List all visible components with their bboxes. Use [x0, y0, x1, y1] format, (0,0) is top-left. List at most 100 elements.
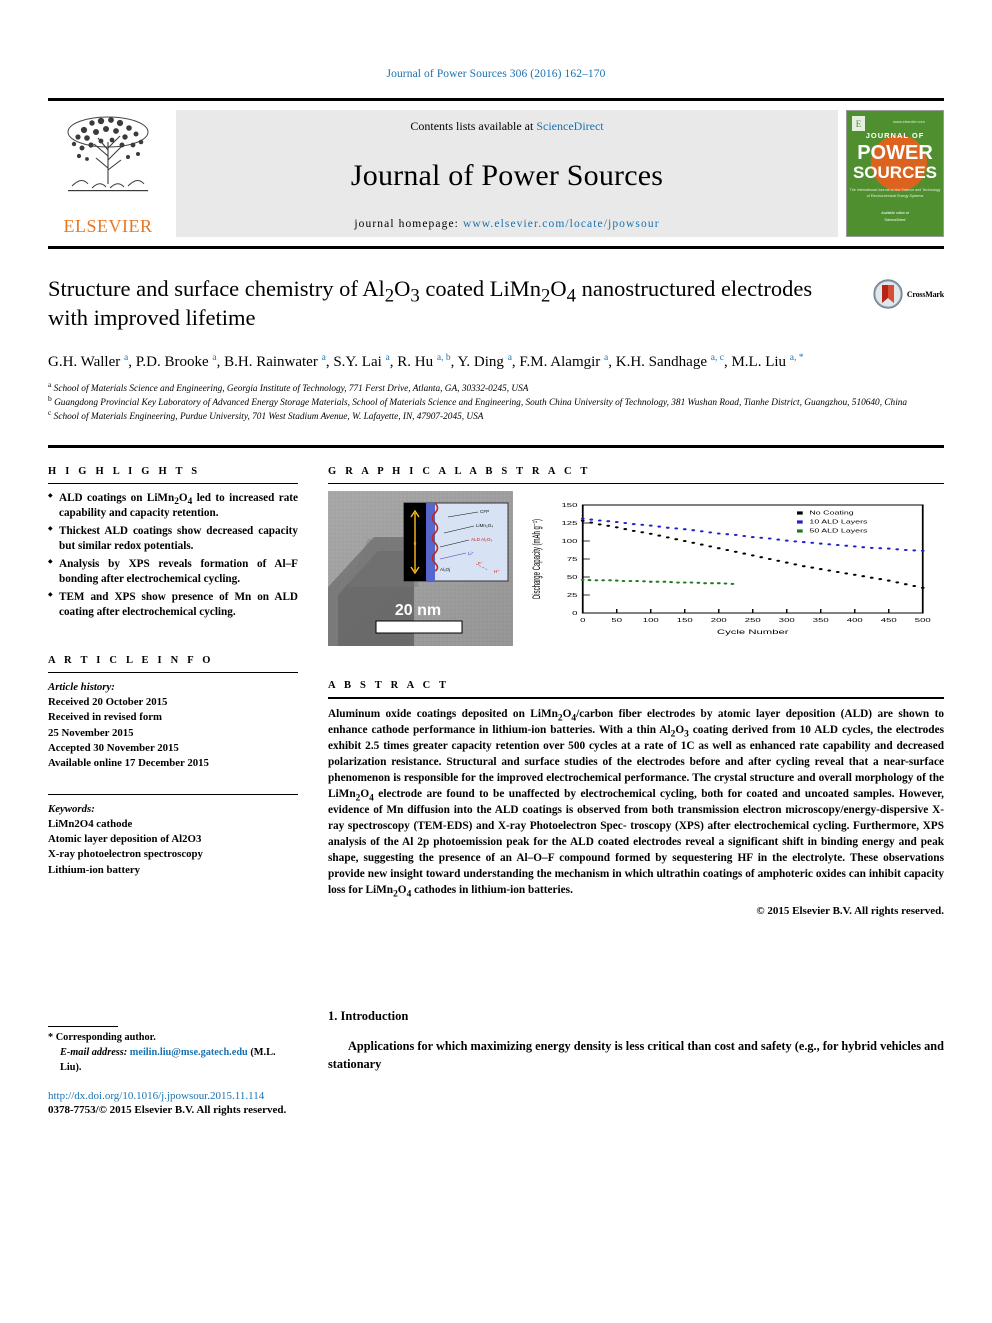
schematic-label-h: H⁺ [494, 569, 500, 574]
schematic-label-ald: ALD Al₂O₃ [471, 537, 492, 542]
svg-text:75: 75 [567, 556, 578, 562]
journal-cover-thumbnail: E www.elsevier.com JOURNAL OF POWER SOUR… [846, 110, 944, 237]
article-history-label: Article history: [48, 680, 115, 693]
issn-copyright: 0378-7753/© 2015 Elsevier B.V. All right… [48, 1103, 287, 1116]
article-info-rule [48, 671, 298, 673]
legend-label-no-coating: No Coating [809, 509, 853, 515]
elsevier-tree-icon [67, 116, 149, 192]
keyword-item: Lithium-ion battery [48, 863, 141, 876]
svg-text:25: 25 [567, 592, 578, 598]
svg-text:300: 300 [779, 617, 795, 623]
author: Y. Ding a [457, 352, 512, 370]
author: K.H. Sandhage a, c [615, 352, 724, 370]
highlights-heading: H I G H L I G H T S [48, 465, 201, 477]
scale-bar [375, 620, 463, 634]
author-affil-mark: a [385, 352, 390, 363]
content-columns: H I G H L I G H T S ALD coatings on LiMn… [48, 448, 944, 1116]
footnote-divider [48, 1026, 118, 1028]
svg-text:100: 100 [643, 617, 659, 623]
svg-text:ScienceDirect: ScienceDirect [885, 218, 906, 222]
history-item: Received in revised form [48, 711, 163, 724]
keywords-label: Keywords: [48, 802, 95, 815]
sciencedirect-link[interactable]: ScienceDirect [536, 119, 603, 133]
email-label: E-mail address: [60, 1047, 128, 1059]
svg-text:450: 450 [881, 617, 897, 623]
running-head: Journal of Power Sources 306 (2016) 162–… [386, 68, 606, 80]
footnote-block: * Corresponding author. E-mail address: … [48, 1026, 298, 1116]
capacity-retention-chart: 0 25 50 75 100 125 150 0 50 100 150 200 … [519, 490, 944, 646]
svg-text:The International Journal on t: The International Journal on the Science… [850, 188, 941, 192]
graphical-abstract-heading: G R A P H I C A L A B S T R A C T [328, 465, 591, 477]
svg-text:200: 200 [711, 617, 727, 623]
history-item: Received 20 October 2015 [48, 695, 168, 708]
tem-micrograph: e CFP LiMn₂O₄ ALD Al₂O₃ Li⁺ AlₓOϳ F⁻ H⁺ [328, 490, 513, 646]
author: P.D. Brooke a [135, 352, 217, 370]
abstract-rule [328, 696, 944, 699]
list-item: TEM and XPS show presence of Mn on ALD c… [48, 590, 298, 621]
history-item: 25 November 2015 [48, 726, 134, 739]
svg-text:POWER: POWER [857, 142, 933, 164]
chart-svg: 0 25 50 75 100 125 150 0 50 100 150 200 … [519, 490, 944, 646]
email-link[interactable]: meilin.liu@mse.gatech.edu [130, 1047, 248, 1058]
abstract-copyright: © 2015 Elsevier B.V. All rights reserved… [756, 905, 944, 918]
chart-ylabel: Discharge Capacity (mAh g⁻¹) [530, 519, 542, 599]
article-info-heading: A R T I C L E I N F O [48, 654, 214, 666]
svg-text:50: 50 [611, 617, 622, 623]
masthead-bottom-rule [48, 246, 944, 249]
doi-link[interactable]: http://dx.doi.org/10.1016/j.jpowsour.201… [48, 1090, 298, 1102]
author-affil-mark: a, c [710, 352, 724, 363]
introduction-heading: 1. Introduction [328, 1009, 409, 1024]
author-affil-mark: a [124, 352, 129, 363]
svg-text:E: E [856, 119, 862, 129]
author-affil-mark: a [604, 352, 609, 363]
highlights-list: ALD coatings on LiMn2O4 led to increased… [48, 491, 298, 621]
corresponding-label: Corresponding author. [55, 1032, 156, 1044]
affiliation-list: a School of Materials Science and Engine… [48, 380, 944, 425]
svg-text:500: 500 [915, 617, 931, 623]
list-item: Analysis by XPS reveals formation of Al–… [48, 557, 298, 588]
left-column: H I G H L I G H T S ALD coatings on LiMn… [48, 448, 298, 1116]
corresponding-marker: * [48, 1032, 54, 1044]
chart-legend: No Coating 10 ALD Layers 50 ALD Layers [788, 507, 920, 536]
history-item: Available online 17 December 2015 [48, 757, 209, 770]
schematic-label-f: F⁻ [478, 561, 484, 566]
author: F.M. Alamgir a [519, 352, 609, 370]
svg-text:125: 125 [562, 520, 578, 526]
legend-swatch-10-ald [797, 520, 803, 524]
author-affil-mark: a [507, 352, 512, 363]
legend-label-10-ald: 10 ALD Layers [809, 518, 868, 524]
graphical-abstract-figure: e CFP LiMn₂O₄ ALD Al₂O₃ Li⁺ AlₓOϳ F⁻ H⁺ [328, 490, 944, 646]
highlights-rule [48, 482, 298, 484]
page-title: Structure and surface chemistry of Al2O3… [48, 276, 813, 330]
scale-bar-label: 20 nm [395, 602, 441, 619]
svg-text:50: 50 [567, 574, 578, 580]
svg-text:of Electrochemical Energy Syst: of Electrochemical Energy Systems [867, 194, 924, 198]
schematic-label-alxoy: AlₓOϳ [440, 567, 450, 572]
keywords-rule [48, 793, 298, 795]
email-line: E-mail address: meilin.liu@mse.gatech.ed… [48, 1046, 298, 1076]
chart-xlabel: Cycle Number [717, 628, 789, 635]
affiliation-item: c School of Materials Engineering, Purdu… [48, 407, 944, 425]
affiliation-item: b Guangdong Provincial Key Laboratory of… [48, 395, 944, 411]
author-affil-mark: a [321, 352, 326, 363]
affiliation-mark: c [48, 407, 52, 417]
author-affil-mark: a, * [789, 352, 804, 363]
homepage-url[interactable]: www.elsevier.com/locate/jpowsour [463, 218, 660, 230]
crossmark-label: CrossMark [906, 289, 944, 299]
schematic-label-cfp: CFP [480, 509, 489, 514]
introduction-section: 1. Introduction Applications for which m… [328, 1009, 944, 1074]
contents-prefix: Contents lists available at [410, 119, 537, 133]
corresponding-author-note: * Corresponding author. E-mail address: … [48, 1031, 298, 1076]
author-affil-mark: a [212, 352, 217, 363]
svg-text:www.elsevier.com: www.elsevier.com [893, 119, 925, 124]
right-column: G R A P H I C A L A B S T R A C T e CFP … [328, 448, 944, 1116]
cover-artwork: E www.elsevier.com JOURNAL OF POWER SOUR… [847, 111, 943, 231]
abstract-heading: A B S T R A C T [328, 679, 450, 691]
keyword-item: Atomic layer deposition of Al2O3 [48, 833, 202, 846]
homepage-prefix: journal homepage: [354, 218, 463, 230]
crossmark-badge[interactable]: CrossMark [873, 279, 944, 309]
svg-text:e: e [414, 541, 417, 547]
affiliation-mark: a [48, 380, 52, 389]
schematic-inset: e CFP LiMn₂O₄ ALD Al₂O₃ Li⁺ AlₓOϳ F⁻ H⁺ [403, 502, 509, 582]
author: M.L. Liu a, * [731, 352, 804, 370]
